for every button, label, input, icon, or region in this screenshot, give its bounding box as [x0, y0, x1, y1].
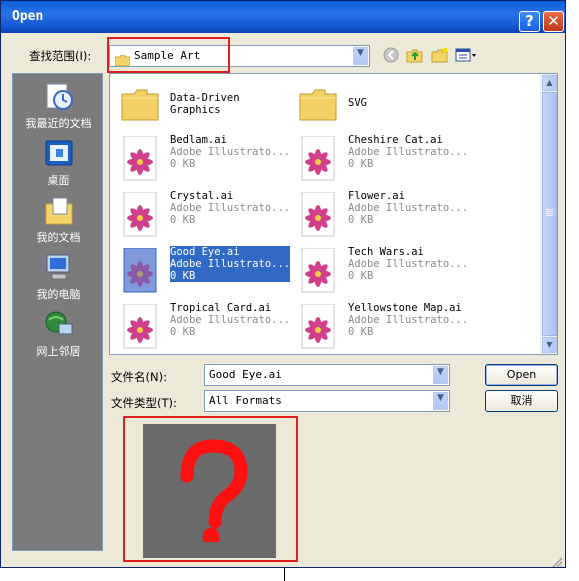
- list-item-file-flower[interactable]: Flower.ai Adobe Illustrato... 0 KB: [290, 190, 468, 244]
- file-name: Flower.ai: [348, 190, 405, 202]
- place-my-documents[interactable]: 我的文档: [13, 196, 104, 245]
- file-name: Cheshire Cat.ai: [348, 134, 443, 146]
- file-size: 0 KB: [348, 326, 374, 338]
- filename-combo[interactable]: Good Eye.ai ▼: [204, 364, 450, 386]
- file-size: 0 KB: [170, 158, 196, 170]
- folder-icon: [120, 84, 160, 130]
- place-label: 我最近的文档: [25, 117, 92, 130]
- back-icon[interactable]: [382, 47, 400, 65]
- file-size: 0 KB: [348, 158, 374, 170]
- file-list[interactable]: Data-Driven Graphics SVG Bedlam.ai Adobe…: [109, 73, 558, 355]
- list-item-folder-svg[interactable]: SVG: [290, 82, 460, 136]
- help-button[interactable]: ?: [519, 11, 540, 32]
- list-item-file-good-eye[interactable]: Good Eye.ai Adobe Illustrato... 0 KB: [112, 246, 290, 300]
- resize-grip-icon[interactable]: [551, 553, 563, 567]
- file-name: Crystal.ai: [170, 190, 234, 202]
- place-desktop[interactable]: 桌面: [13, 139, 104, 188]
- file-type: Adobe Illustrato...: [348, 314, 469, 326]
- filename-label: 文件名(N):: [111, 370, 167, 384]
- file-name: Yellowstone Map.ai: [348, 302, 462, 314]
- list-item-file-crystal[interactable]: Crystal.ai Adobe Illustrato... 0 KB: [112, 190, 290, 244]
- dialog-title: Open: [12, 9, 44, 24]
- scroll-thumb[interactable]: [542, 92, 557, 336]
- file-name: Tropical Card.ai: [170, 302, 272, 314]
- places-bar: 我最近的文档 桌面 我的文档 我的电脑 网上邻居: [12, 73, 103, 551]
- filetype-label: 文件类型(T):: [111, 396, 177, 410]
- illustrator-file-icon: [298, 191, 338, 238]
- file-type: Adobe Illustrato...: [170, 258, 291, 270]
- recent-documents-icon: [43, 82, 75, 112]
- filetype-combo[interactable]: All Formats ▼: [204, 390, 450, 412]
- file-size: 0 KB: [170, 214, 196, 226]
- file-size: 0 KB: [348, 214, 374, 226]
- file-name: Good Eye.ai: [170, 246, 240, 258]
- file-name: Tech Wars.ai: [348, 246, 424, 258]
- scroll-up-icon[interactable]: ▲: [542, 75, 557, 91]
- scroll-down-icon[interactable]: ▼: [542, 337, 557, 353]
- file-type: Adobe Illustrato...: [170, 314, 291, 326]
- file-size: 0 KB: [170, 326, 196, 338]
- place-label: 我的文档: [36, 231, 81, 244]
- look-in-label: 查找范围(I):: [29, 49, 92, 63]
- network-places-icon: [43, 310, 75, 340]
- title-bar[interactable]: Open ? ✕: [1, 1, 565, 33]
- illustrator-file-icon: [120, 135, 160, 182]
- illustrator-file-icon: [120, 303, 160, 350]
- illustrator-file-icon: [120, 191, 160, 238]
- place-label: 我的电脑: [36, 288, 81, 301]
- view-menu-icon[interactable]: [454, 47, 478, 65]
- place-my-computer[interactable]: 我的电脑: [13, 253, 104, 302]
- place-network-places[interactable]: 网上邻居: [13, 310, 104, 359]
- file-size: 0 KB: [170, 270, 196, 282]
- up-folder-icon[interactable]: [405, 47, 425, 65]
- file-type: Adobe Illustrato...: [170, 146, 291, 158]
- list-item-file-cheshire-cat[interactable]: Cheshire Cat.ai Adobe Illustrato... 0 KB: [290, 134, 468, 188]
- place-label: 桌面: [47, 174, 70, 187]
- filetype-value: All Formats: [209, 394, 282, 407]
- chevron-down-icon[interactable]: ▼: [433, 392, 448, 410]
- chevron-down-icon[interactable]: ▼: [433, 366, 448, 384]
- illustrator-file-icon: [120, 247, 160, 294]
- place-label: 网上邻居: [36, 345, 81, 358]
- preview-pane: [143, 424, 276, 558]
- desktop-icon: [43, 139, 75, 169]
- my-documents-icon: [43, 196, 75, 226]
- chevron-down-icon[interactable]: ▼: [353, 47, 368, 65]
- file-name: Bedlam.ai: [170, 134, 227, 146]
- question-mark-icon: [143, 424, 276, 558]
- file-type: Adobe Illustrato...: [348, 258, 469, 270]
- file-name-line2: Graphics: [170, 104, 221, 116]
- file-name: Data-Driven: [170, 92, 240, 104]
- illustrator-file-icon: [298, 247, 338, 294]
- illustrator-file-icon: [298, 135, 338, 182]
- list-item-file-tech-wars[interactable]: Tech Wars.ai Adobe Illustrato... 0 KB: [290, 246, 468, 300]
- open-dialog: Open ? ✕ 查找范围(I): Sample Art ▼ 我最近的文档 桌面…: [0, 0, 566, 568]
- open-button[interactable]: Open: [485, 364, 558, 386]
- illustrator-file-icon: [298, 303, 338, 350]
- list-item-file-bedlam[interactable]: Bedlam.ai Adobe Illustrato... 0 KB: [112, 134, 290, 188]
- file-type: Adobe Illustrato...: [348, 146, 469, 158]
- place-recent-documents[interactable]: 我最近的文档: [13, 82, 104, 131]
- folder-icon: [298, 84, 338, 130]
- vertical-scrollbar[interactable]: ▲ ▼: [540, 74, 557, 354]
- cancel-button[interactable]: 取消: [485, 390, 558, 412]
- list-item-file-yellowstone-map[interactable]: Yellowstone Map.ai Adobe Illustrato... 0…: [290, 302, 468, 356]
- file-size: 0 KB: [348, 270, 374, 282]
- new-folder-icon[interactable]: [430, 47, 450, 65]
- list-item-folder-data-driven[interactable]: Data-Driven Graphics: [112, 82, 282, 136]
- close-button[interactable]: ✕: [543, 11, 564, 32]
- highlight-look-in: [107, 37, 230, 73]
- filename-value: Good Eye.ai: [209, 368, 282, 381]
- file-name: SVG: [348, 97, 367, 109]
- background-window-edge: [284, 568, 285, 581]
- file-type: Adobe Illustrato...: [348, 202, 469, 214]
- file-type: Adobe Illustrato...: [170, 202, 291, 214]
- list-item-file-tropical-card[interactable]: Tropical Card.ai Adobe Illustrato... 0 K…: [112, 302, 290, 356]
- my-computer-icon: [43, 253, 75, 283]
